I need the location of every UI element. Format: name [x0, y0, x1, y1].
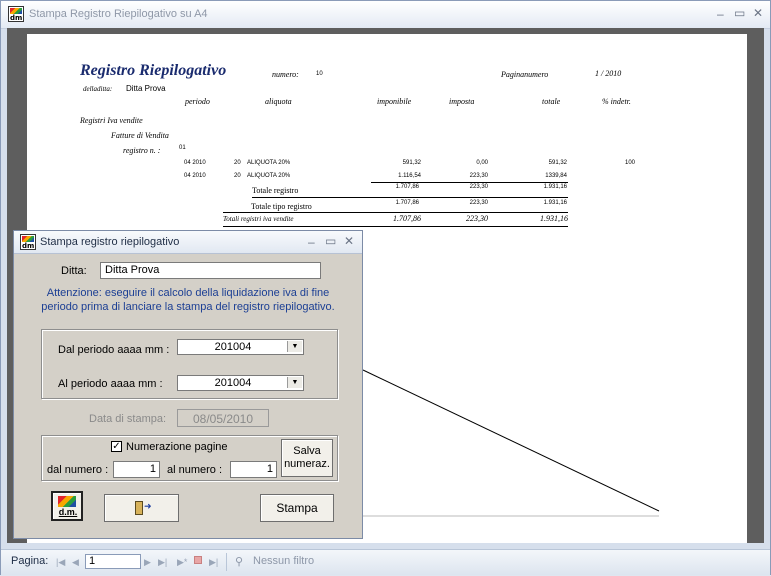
dialog-maximize-button[interactable]: ▭	[325, 234, 336, 248]
pagina-label: Pagina:	[11, 555, 49, 567]
stop-icon[interactable]	[194, 556, 202, 564]
al-numero-label: al numero :	[167, 464, 223, 476]
salva-line-1: Salva	[293, 445, 321, 457]
warning-line-2: periodo prima di lanciare la stampa del …	[41, 301, 335, 313]
page-number-input[interactable]: 1	[85, 554, 141, 569]
divider	[226, 553, 227, 571]
salva-numerazione-button[interactable]: Salva numeraz.	[281, 439, 333, 477]
exit-arrow-icon: ➜	[144, 501, 152, 511]
warning-line-1: Attenzione: eseguire il calcolo della li…	[46, 287, 330, 299]
refresh-button[interactable]: ▶|	[209, 557, 218, 568]
dropdown-arrow-icon[interactable]: ▼	[287, 341, 302, 352]
prev-page-button[interactable]: ◀	[72, 557, 79, 568]
new-record-button[interactable]: ▶*	[177, 557, 187, 568]
al-numero-field[interactable]: 1	[230, 461, 277, 478]
al-periodo-select[interactable]: 201004 ▼	[177, 375, 304, 391]
dal-periodo-label: Dal periodo aaaa mm :	[58, 344, 170, 356]
next-page-button[interactable]: ▶	[144, 557, 151, 568]
dialog-close-button[interactable]: ✕	[344, 234, 354, 248]
al-periodo-value: 201004	[214, 377, 252, 389]
data-stampa-label: Data di stampa:	[89, 413, 167, 425]
ditta-label: Ditta:	[61, 265, 87, 277]
dal-numero-label: dal numero :	[47, 464, 109, 476]
filter-icon: ⚲	[235, 556, 244, 568]
dal-periodo-value: 201004	[214, 341, 252, 353]
dal-numero-field[interactable]: 1	[113, 461, 160, 478]
first-page-button[interactable]: |◀	[56, 557, 65, 568]
app-icon: dm	[20, 234, 36, 250]
app-icon	[58, 496, 76, 507]
ditta-field[interactable]: Ditta Prova	[100, 262, 321, 279]
stampa-dialog: dm Stampa registro riepilogativo ‒ ▭ ✕ D…	[13, 230, 363, 539]
dal-periodo-select[interactable]: 201004 ▼	[177, 339, 304, 355]
dialog-minimize-button[interactable]: ‒	[308, 235, 315, 249]
last-page-button[interactable]: ▶|	[158, 557, 167, 568]
al-periodo-label: Al periodo aaaa mm :	[58, 378, 163, 390]
numerazione-label: Numerazione pagine	[126, 441, 228, 453]
exit-button[interactable]: ➜	[104, 494, 179, 522]
numerazione-checkbox[interactable]: ✓	[111, 441, 122, 452]
dialog-title: Stampa registro riepilogativo	[40, 236, 180, 248]
salva-line-2: numeraz.	[284, 458, 330, 470]
checkbox-check-icon: ✓	[112, 441, 121, 452]
exit-door-icon	[135, 501, 143, 515]
data-stampa-field[interactable]: 08/05/2010	[177, 409, 269, 427]
filter-status[interactable]: Nessun filtro	[253, 555, 314, 567]
status-bar: Pagina: |◀ ◀ 1 ▶ ▶| ▶* ▶| ⚲ Nessun filtr…	[1, 549, 770, 575]
stampa-button[interactable]: Stampa	[260, 494, 334, 522]
logo-text: d.m.	[58, 507, 78, 517]
logo-button[interactable]: d.m.	[51, 491, 83, 521]
dropdown-arrow-icon[interactable]: ▼	[287, 377, 302, 388]
dialog-title-bar: dm Stampa registro riepilogativo ‒ ▭ ✕	[14, 231, 362, 254]
